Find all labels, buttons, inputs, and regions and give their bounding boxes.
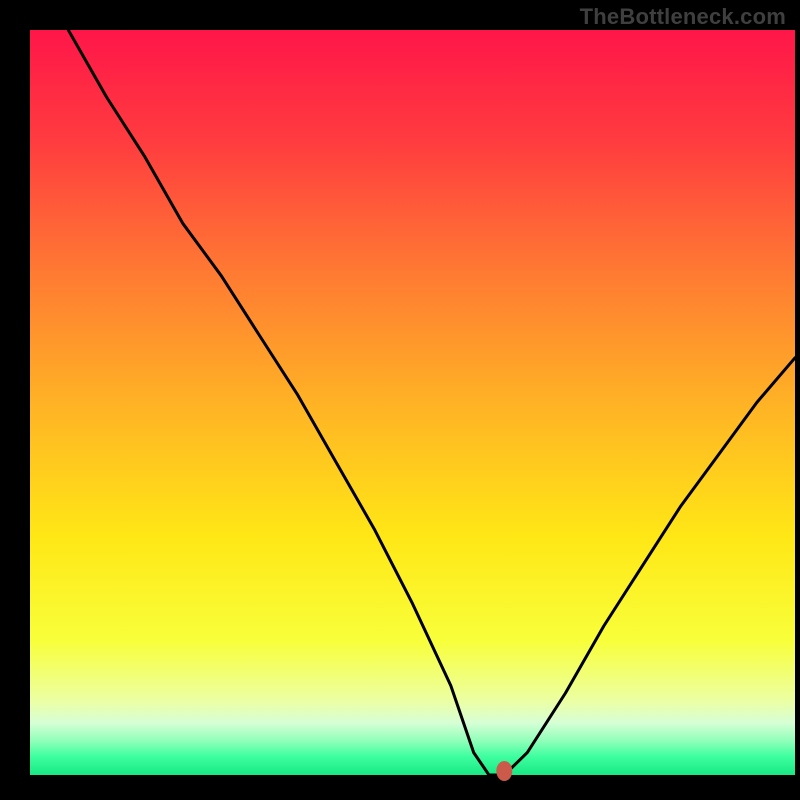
chart-container: TheBottleneck.com (0, 0, 800, 800)
plot-background (30, 30, 795, 775)
optimum-marker (496, 761, 512, 781)
watermark-text: TheBottleneck.com (580, 4, 786, 30)
bottleneck-chart (0, 0, 800, 800)
